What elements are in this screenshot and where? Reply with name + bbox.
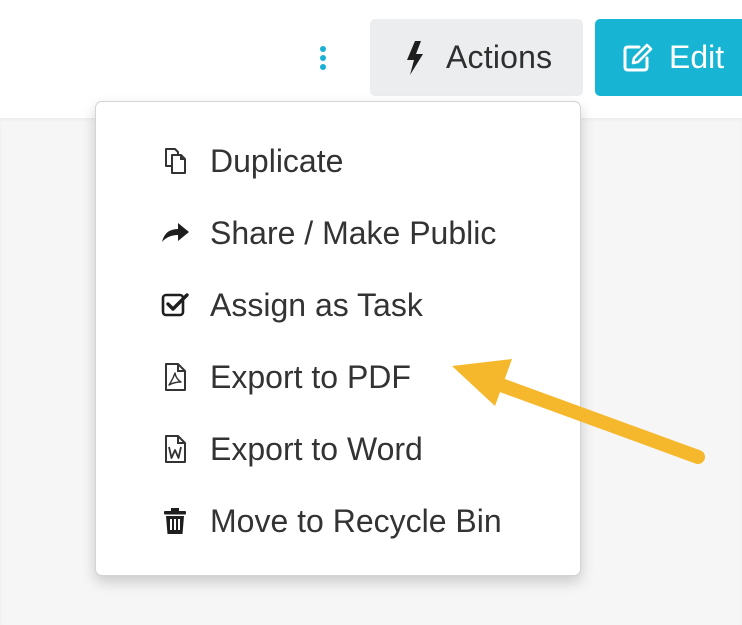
menu-item-label: Assign as Task — [210, 286, 423, 323]
menu-item-assign-task[interactable]: Assign as Task — [96, 277, 580, 333]
menu-item-label: Duplicate — [210, 142, 344, 179]
vertical-ellipsis-icon — [320, 46, 326, 52]
word-file-icon — [160, 434, 190, 464]
more-options-button[interactable] — [315, 40, 331, 76]
menu-item-export-pdf[interactable]: Export to PDF — [96, 349, 580, 405]
pdf-file-icon — [160, 362, 190, 392]
menu-item-duplicate[interactable]: Duplicate — [96, 133, 580, 189]
menu-item-label: Share / Make Public — [210, 214, 497, 251]
vertical-ellipsis-dot — [320, 64, 326, 70]
menu-item-export-word[interactable]: Export to Word — [96, 421, 580, 477]
actions-button[interactable]: Actions — [370, 19, 583, 96]
share-icon — [160, 218, 190, 248]
check-square-icon — [160, 290, 190, 320]
menu-item-recycle-bin[interactable]: Move to Recycle Bin — [96, 493, 580, 549]
vertical-ellipsis-dot — [320, 55, 326, 61]
menu-item-label: Export to PDF — [210, 358, 411, 395]
actions-dropdown-menu: Duplicate Share / Make Public Assign as … — [95, 101, 581, 576]
pencil-square-icon — [623, 43, 653, 71]
menu-item-label: Export to Word — [210, 430, 423, 467]
bolt-icon — [407, 40, 423, 75]
menu-item-share[interactable]: Share / Make Public — [96, 205, 580, 261]
menu-item-label: Move to Recycle Bin — [210, 502, 502, 539]
edit-button[interactable]: Edit — [595, 19, 742, 96]
trash-icon — [160, 506, 190, 536]
copy-icon — [160, 146, 190, 176]
actions-button-label: Actions — [446, 39, 553, 75]
edit-button-label: Edit — [669, 39, 725, 75]
